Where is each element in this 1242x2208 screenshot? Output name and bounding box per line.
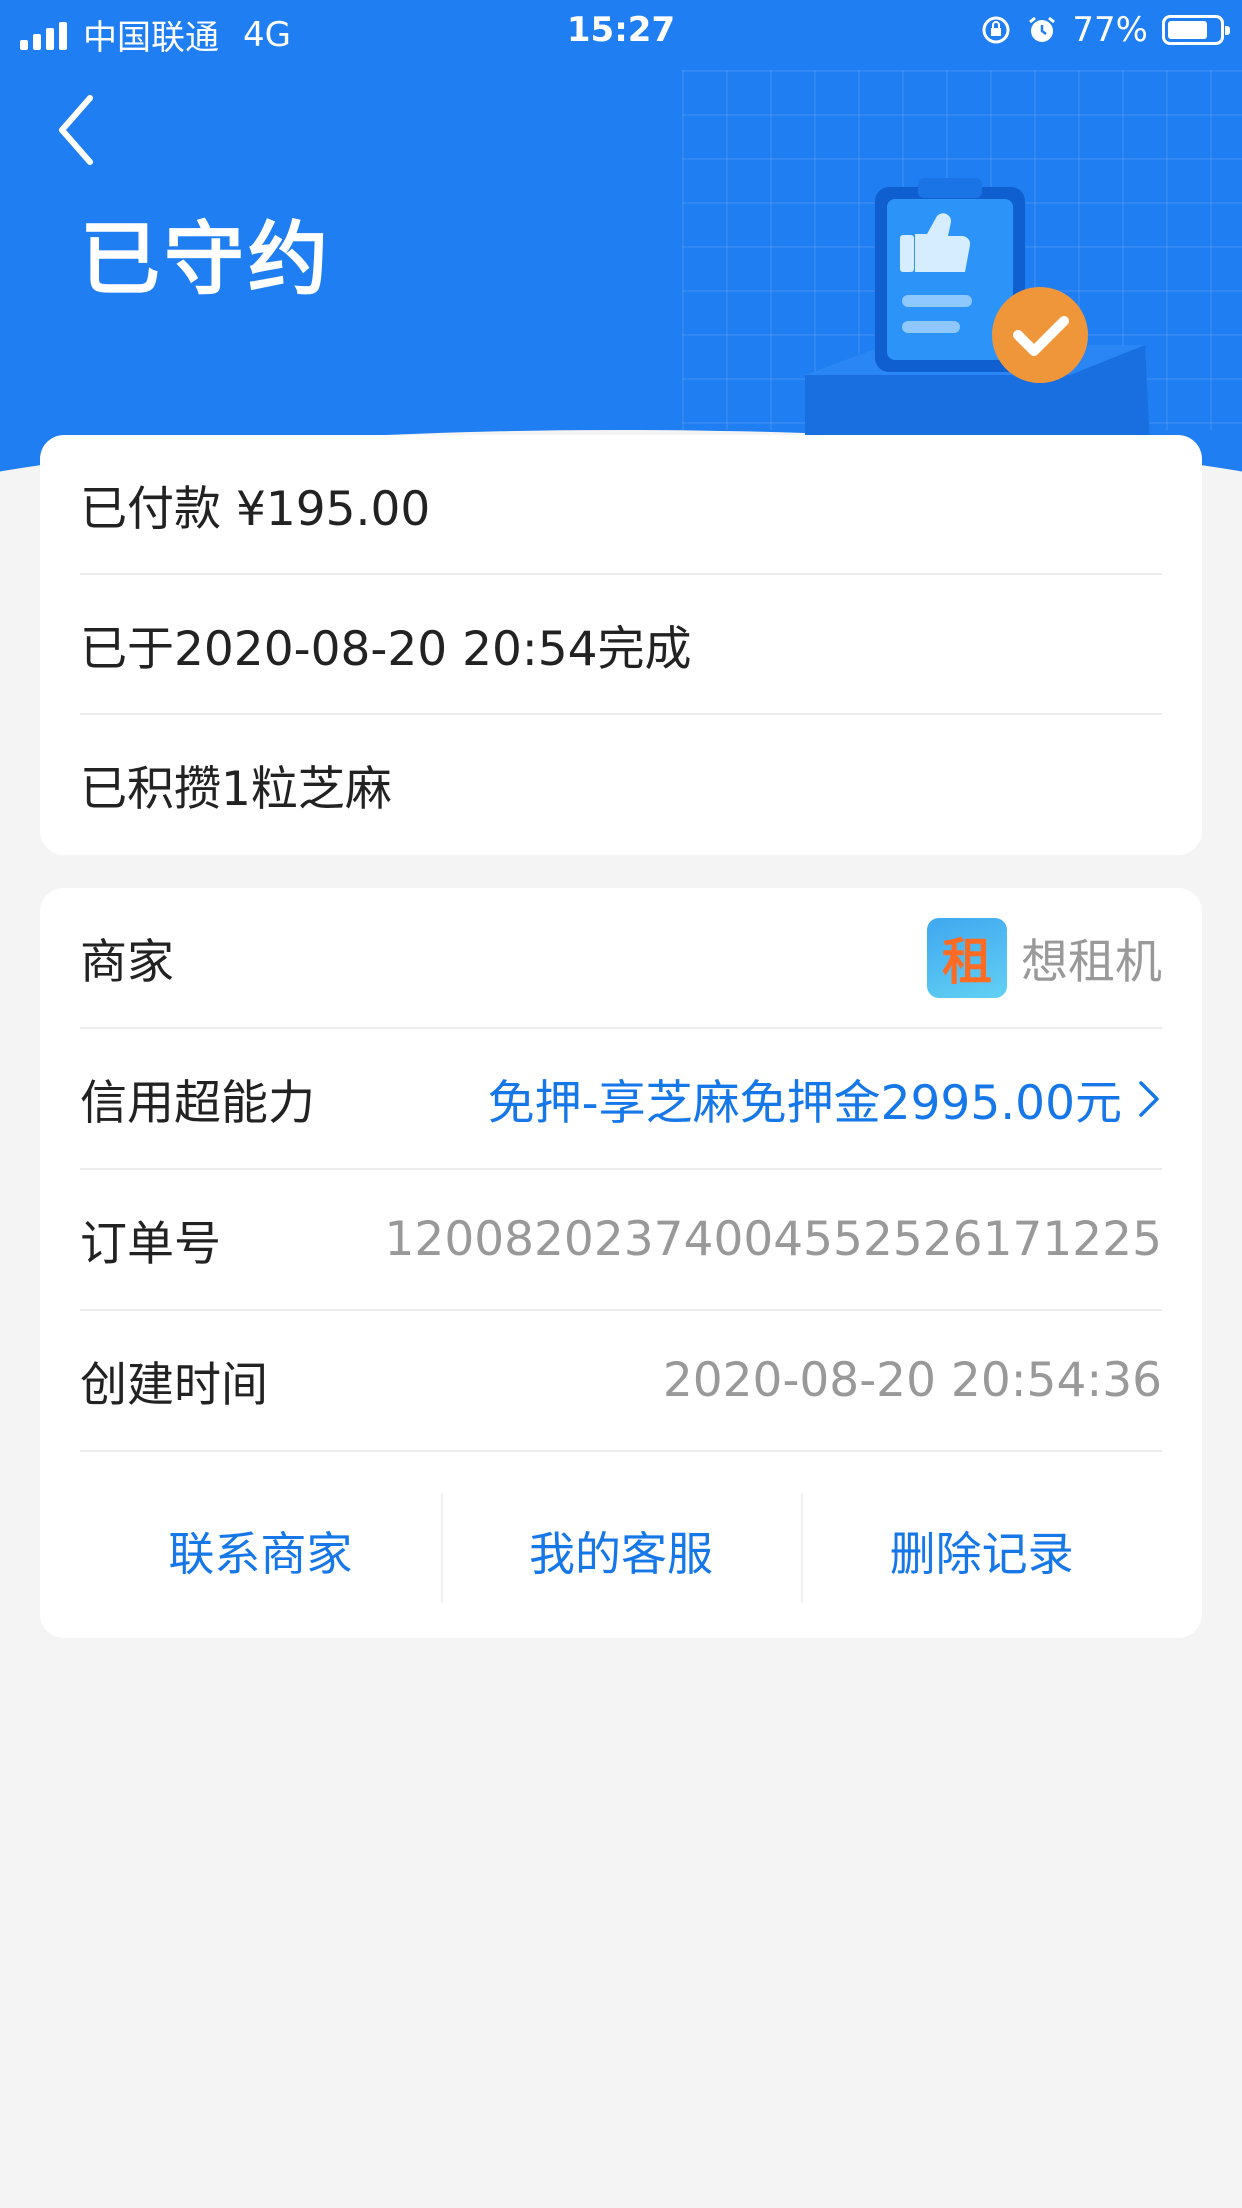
order-row: 订单号 12008202374004552526171225	[80, 1170, 1162, 1311]
merchant-info[interactable]: 租 想租机	[927, 917, 1162, 998]
merchant-name: 想租机	[1021, 935, 1162, 990]
delete-record-button[interactable]: 删除记录	[801, 1492, 1162, 1603]
sesame-row: 已积攒1粒芝麻	[80, 715, 1162, 853]
completed-row: 已于2020-08-20 20:54完成	[80, 575, 1162, 715]
paid-row: 已付款 ¥195.00	[80, 435, 1162, 575]
summary-card: 已付款 ¥195.00 已于2020-08-20 20:54完成 已积攒1粒芝麻	[40, 435, 1202, 855]
clipboard-check-illustration	[805, 178, 1150, 445]
action-bar: 联系商家 我的客服 删除记录	[80, 1463, 1162, 1638]
credit-row[interactable]: 信用超能力 免押-享芝麻免押金2995.00元	[80, 1029, 1162, 1170]
battery-percent: 77%	[1072, 10, 1148, 50]
back-arrow-icon[interactable]	[50, 90, 110, 170]
chevron-right-icon	[1139, 1080, 1159, 1117]
battery-icon	[1162, 15, 1230, 45]
customer-service-button[interactable]: 我的客服	[440, 1492, 802, 1603]
merchant-row: 商家 租 想租机	[80, 888, 1162, 1029]
rotation-lock-icon	[982, 16, 1010, 44]
alarm-icon	[1029, 16, 1056, 42]
order-label: 订单号	[80, 1217, 221, 1272]
paid-text: 已付款 ¥195.00	[80, 481, 431, 537]
credit-value: 免押-享芝麻免押金2995.00元	[487, 1076, 1122, 1131]
created-label: 创建时间	[80, 1358, 268, 1413]
merchant-logo: 租	[927, 917, 1007, 998]
contact-merchant-button[interactable]: 联系商家	[80, 1518, 441, 1584]
status-bar: 中国联通 4G 15:27 77%	[0, 0, 1242, 64]
merchant-label: 商家	[80, 935, 174, 990]
created-row: 创建时间 2020-08-20 20:54:36	[80, 1311, 1162, 1452]
details-card: 商家 租 想租机 信用超能力 免押-享芝麻免押金2995.00元 订单号 120…	[40, 888, 1202, 1638]
credit-link[interactable]: 免押-享芝麻免押金2995.00元	[488, 1064, 1162, 1133]
created-time: 2020-08-20 20:54:36	[662, 1353, 1162, 1408]
sesame-text: 已积攒1粒芝麻	[80, 761, 392, 817]
credit-label: 信用超能力	[80, 1076, 315, 1131]
page-title: 已守约	[80, 213, 332, 306]
order-number: 12008202374004552526171225	[384, 1212, 1162, 1267]
completed-text: 已于2020-08-20 20:54完成	[80, 621, 692, 677]
